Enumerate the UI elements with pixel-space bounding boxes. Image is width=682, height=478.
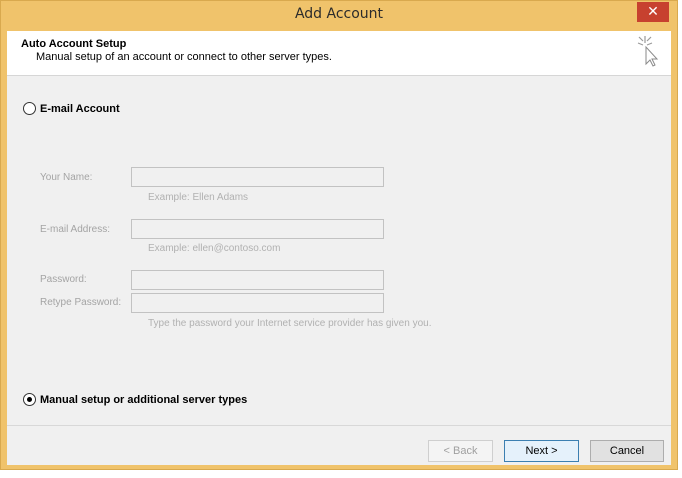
password-hint: Type the password your Internet service … — [148, 318, 432, 329]
email-address-label: E-mail Address: — [40, 224, 111, 235]
email-account-option[interactable]: E-mail Account — [23, 102, 120, 115]
email-address-example: Example: ellen@contoso.com — [148, 243, 281, 254]
close-button[interactable]: ✕ — [637, 2, 669, 22]
manual-setup-radio[interactable] — [23, 393, 36, 406]
back-button[interactable]: < Back — [428, 440, 493, 462]
manual-setup-option[interactable]: Manual setup or additional server types — [23, 393, 247, 406]
your-name-input[interactable] — [131, 167, 384, 187]
cancel-button[interactable]: Cancel — [590, 440, 664, 462]
title-bar[interactable]: Add Account ✕ — [1, 1, 677, 31]
dialog-body: Auto Account Setup Manual setup of an ac… — [7, 31, 671, 465]
window-title: Add Account — [294, 6, 384, 22]
email-address-input[interactable] — [131, 219, 384, 239]
email-account-label: E-mail Account — [40, 102, 120, 115]
password-input[interactable] — [131, 270, 384, 290]
retype-password-label: Retype Password: — [40, 297, 122, 308]
footer-divider — [7, 425, 671, 426]
your-name-example: Example: Ellen Adams — [148, 192, 249, 203]
password-label: Password: — [40, 274, 87, 285]
email-account-radio[interactable] — [23, 102, 36, 115]
header-title: Auto Account Setup — [21, 38, 127, 50]
wizard-header: Auto Account Setup Manual setup of an ac… — [7, 31, 671, 76]
header-subtitle: Manual setup of an account or connect to… — [36, 51, 332, 63]
retype-password-input[interactable] — [131, 293, 384, 313]
your-name-label: Your Name: — [40, 172, 93, 183]
next-button[interactable]: Next > — [504, 440, 579, 462]
close-icon: ✕ — [647, 4, 659, 20]
manual-setup-label: Manual setup or additional server types — [40, 393, 248, 406]
wizard-cursor-icon — [637, 36, 659, 67]
add-account-window: Add Account ✕ Auto Account Setup Manual … — [0, 0, 678, 470]
